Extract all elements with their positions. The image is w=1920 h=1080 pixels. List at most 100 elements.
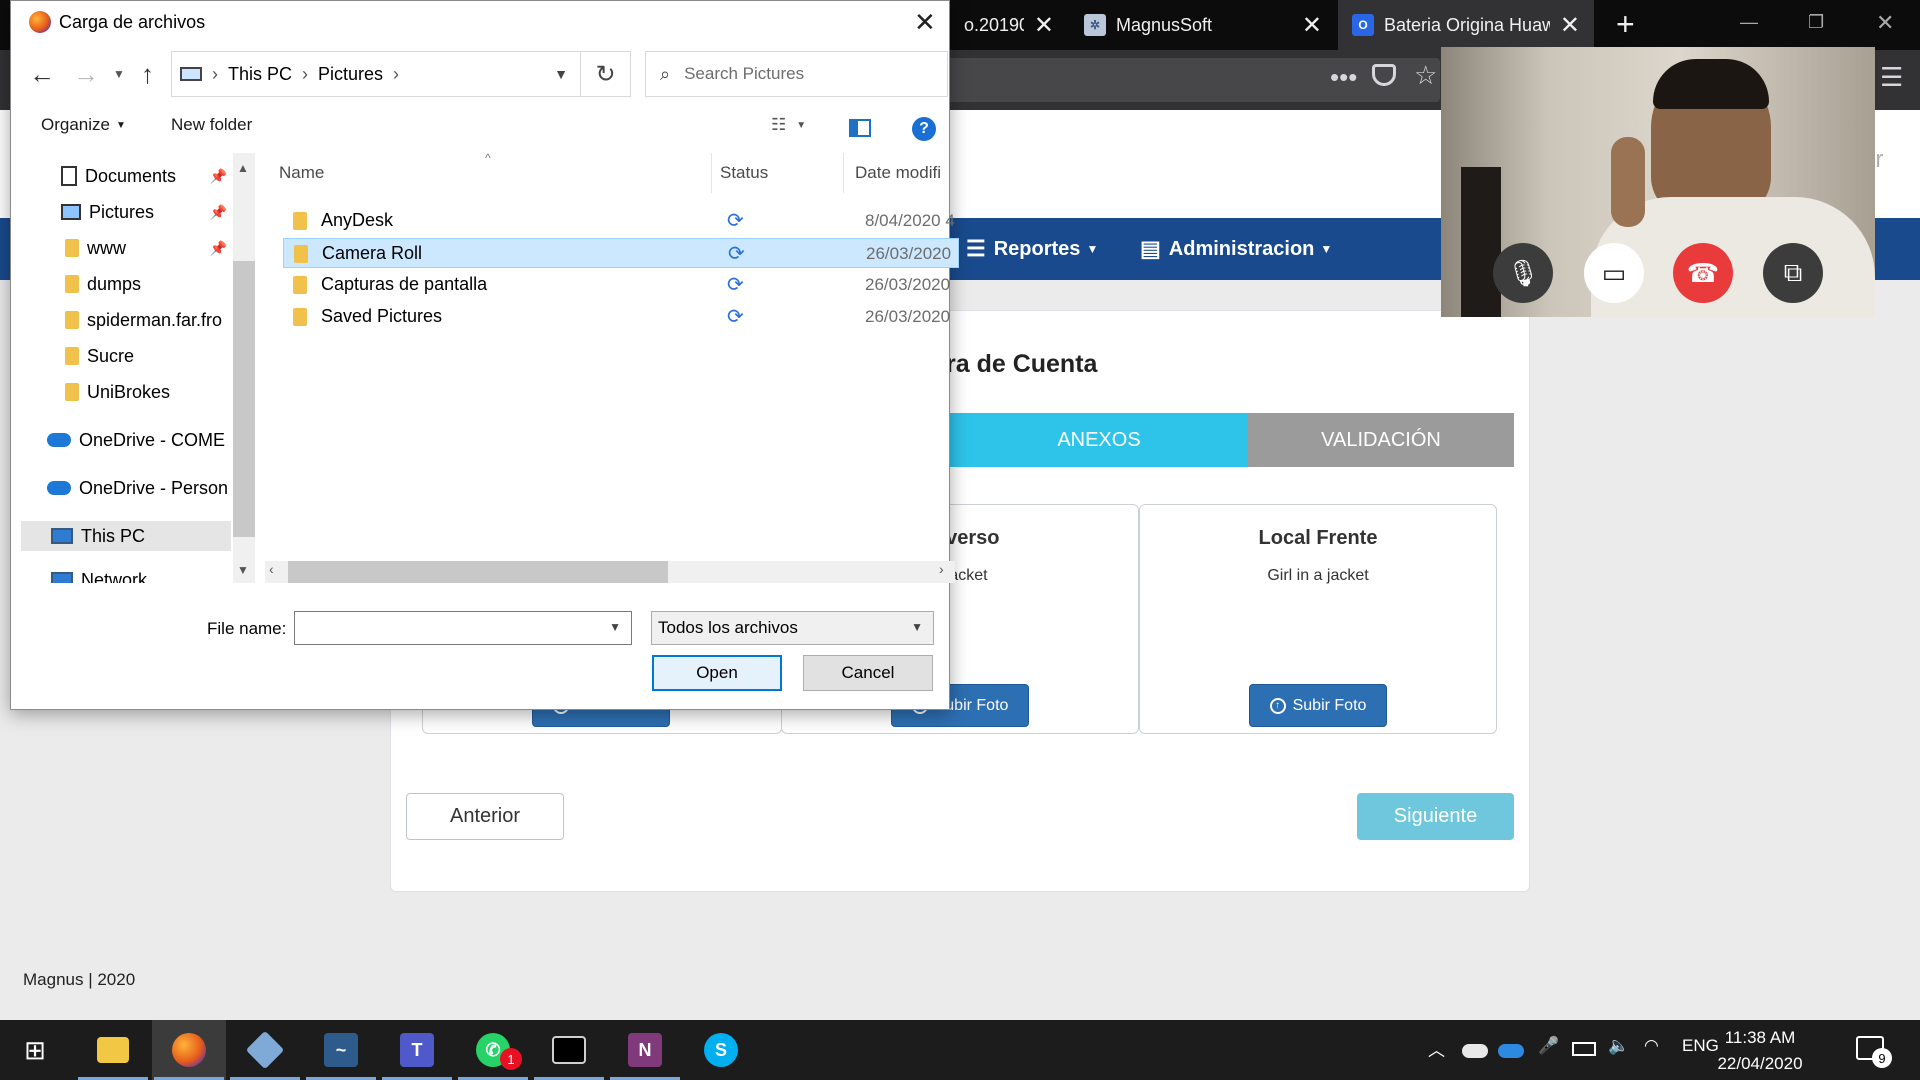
nav-item-www[interactable]: www 📌	[21, 233, 231, 263]
cancel-button[interactable]: Cancel	[803, 655, 933, 691]
breadcrumb-pictures[interactable]: Pictures	[318, 64, 383, 85]
tab-anexos[interactable]: ANEXOS	[950, 413, 1248, 467]
browser-tab-1[interactable]: o.2019072 ✕	[950, 0, 1068, 50]
caret-down-icon: ▼	[115, 119, 126, 131]
taskbar-terminal[interactable]	[532, 1020, 606, 1080]
clock-time: 11:38 AM	[1724, 1028, 1796, 1047]
help-icon[interactable]: ?	[912, 117, 936, 141]
address-dropdown-icon[interactable]: ▼	[554, 66, 568, 82]
volume-icon[interactable]: 🔈	[1608, 1036, 1629, 1056]
microphone-tray-icon[interactable]: 🎤	[1538, 1036, 1559, 1056]
next-button[interactable]: Siguiente	[1357, 793, 1514, 840]
recent-locations-chevron-icon[interactable]: ▼	[113, 67, 125, 81]
show-hidden-icons-chevron-icon[interactable]: ︿	[1428, 1036, 1445, 1061]
tab-close-icon[interactable]: ✕	[1560, 11, 1580, 40]
column-header-date[interactable]: Date modifi	[855, 163, 941, 183]
hscrollbar-thumb[interactable]	[288, 561, 668, 583]
preview-pane-icon[interactable]	[849, 119, 871, 137]
nav-item-pictures[interactable]: Pictures 📌	[21, 197, 231, 227]
organize-menu[interactable]: Organize ▼	[41, 115, 126, 135]
battery-icon[interactable]	[1572, 1042, 1596, 1056]
slot-subtitle: Girl in a jacket	[1267, 567, 1369, 584]
view-options-icon[interactable]: ☷ ▼	[771, 115, 806, 135]
sync-icon: ⟳	[727, 210, 744, 232]
taskbar-code-editor[interactable]: ~	[304, 1020, 378, 1080]
open-button[interactable]: Open	[652, 655, 782, 691]
file-row-selected[interactable]: Camera Roll ⟳ 26/03/2020	[283, 238, 959, 268]
taskbar-firefox[interactable]	[152, 1020, 226, 1080]
file-row[interactable]: Capturas de pantalla ⟳ 26/03/2020	[283, 270, 959, 300]
back-arrow-icon[interactable]: ←	[29, 59, 55, 90]
video-camera-icon[interactable]: ▭	[1584, 243, 1644, 303]
minimize-button[interactable]: —	[1740, 12, 1758, 33]
taskbar-onenote[interactable]: N	[608, 1020, 682, 1080]
tab-validacion[interactable]: VALIDACIÓN	[1248, 413, 1514, 467]
new-tab-button[interactable]: +	[1616, 6, 1635, 43]
menu-administracion[interactable]: ▤ Administracion ▼	[1140, 218, 1332, 280]
nav-item-onedrive-come[interactable]: OneDrive - COME	[21, 425, 231, 455]
address-bar[interactable]: › This PC › Pictures › ▼	[171, 51, 581, 97]
taskbar-teams[interactable]: T	[380, 1020, 454, 1080]
start-button[interactable]: ⊞	[0, 1020, 70, 1080]
page-footer: Magnus | 2020	[23, 970, 136, 989]
scroll-left-icon[interactable]: ‹	[269, 561, 274, 577]
search-box[interactable]: ⌕ Search Pictures	[645, 51, 948, 97]
restore-button[interactable]: ❐	[1808, 12, 1824, 33]
wifi-icon[interactable]: ◠	[1644, 1036, 1659, 1056]
action-center-icon[interactable]: 9	[1856, 1036, 1892, 1068]
nav-item-spiderman[interactable]: spiderman.far.fro	[21, 305, 231, 335]
nav-item-documents[interactable]: Documents 📌	[21, 161, 231, 191]
file-row[interactable]: Saved Pictures ⟳ 26/03/2020	[283, 302, 959, 332]
terminal-icon	[552, 1036, 586, 1064]
sync-icon: ⟳	[727, 274, 744, 296]
onedrive-tray-icon[interactable]	[1462, 1044, 1488, 1058]
nav-item-network[interactable]: Network	[21, 565, 231, 583]
onedrive-business-tray-icon[interactable]	[1498, 1044, 1524, 1058]
network-icon	[51, 572, 73, 583]
window-close-button[interactable]: ✕	[1876, 10, 1894, 36]
file-date: 8/04/2020 4	[865, 211, 955, 230]
nav-item-dumps[interactable]: dumps	[21, 269, 231, 299]
taskbar-file-explorer[interactable]	[76, 1020, 150, 1080]
menu-reportes[interactable]: ☰ Reportes ▼	[966, 218, 1098, 280]
forward-arrow-icon[interactable]: →	[73, 59, 99, 90]
upload-photo-button-3[interactable]: ↑ Subir Foto	[1249, 684, 1387, 727]
column-header-name[interactable]: Name	[279, 163, 324, 183]
file-row[interactable]: AnyDesk ⟳ 8/04/2020 4	[283, 206, 959, 236]
tab-close-icon[interactable]: ✕	[1302, 11, 1322, 40]
nav-item-sucre[interactable]: Sucre	[21, 341, 231, 371]
pin-icon: 📌	[209, 203, 227, 220]
up-arrow-icon[interactable]: ↑	[141, 59, 154, 90]
new-folder-button[interactable]: New folder	[171, 115, 252, 135]
dialog-close-icon[interactable]: ✕	[914, 7, 936, 38]
file-date: 26/03/2020	[865, 307, 951, 326]
taskbar-whatsapp[interactable]: ✆ 1	[456, 1020, 530, 1080]
refresh-button[interactable]: ↻	[581, 51, 631, 97]
scroll-down-icon[interactable]: ▼	[237, 563, 249, 577]
switch-window-icon[interactable]: ⧉	[1763, 243, 1823, 303]
file-name-input[interactable]: ▼	[294, 611, 632, 645]
mic-muted-icon[interactable]: 🎙	[1493, 243, 1553, 303]
nav-item-onedrive-personal[interactable]: OneDrive - Person	[21, 473, 231, 503]
nav-scrollbar-thumb[interactable]	[233, 261, 255, 537]
taskbar-virtualbox[interactable]	[228, 1020, 302, 1080]
scroll-right-icon[interactable]: ›	[939, 561, 944, 577]
taskbar-skype[interactable]: S	[684, 1020, 758, 1080]
hang-up-icon[interactable]: ☎	[1673, 243, 1733, 303]
previous-button[interactable]: Anterior	[406, 793, 564, 840]
taskbar-clock[interactable]: 11:38 AM 22/04/2020	[1704, 1025, 1816, 1077]
nav-item-this-pc[interactable]: This PC	[21, 521, 231, 551]
browser-tab-3[interactable]: O Bateria Origina Huawei ✕	[1338, 0, 1594, 50]
more-icon[interactable]: •••	[1330, 62, 1357, 93]
file-type-select[interactable]: Todos los archivos ▼	[651, 611, 934, 645]
file-name-dropdown-icon[interactable]: ▼	[609, 620, 621, 634]
breadcrumb-this-pc[interactable]: This PC	[228, 64, 292, 85]
browser-tab-2[interactable]: ✲ MagnusSoft ✕	[1070, 0, 1336, 50]
url-bar[interactable]	[940, 58, 1440, 102]
tab-close-icon[interactable]: ✕	[1034, 11, 1054, 40]
bookmark-star-icon[interactable]: ☆	[1414, 60, 1437, 91]
hamburger-menu-icon[interactable]: ☰	[1880, 62, 1903, 93]
scroll-up-icon[interactable]: ▲	[237, 161, 249, 175]
nav-item-unibrokes[interactable]: UniBrokes	[21, 377, 231, 407]
column-header-status[interactable]: Status	[720, 163, 768, 183]
